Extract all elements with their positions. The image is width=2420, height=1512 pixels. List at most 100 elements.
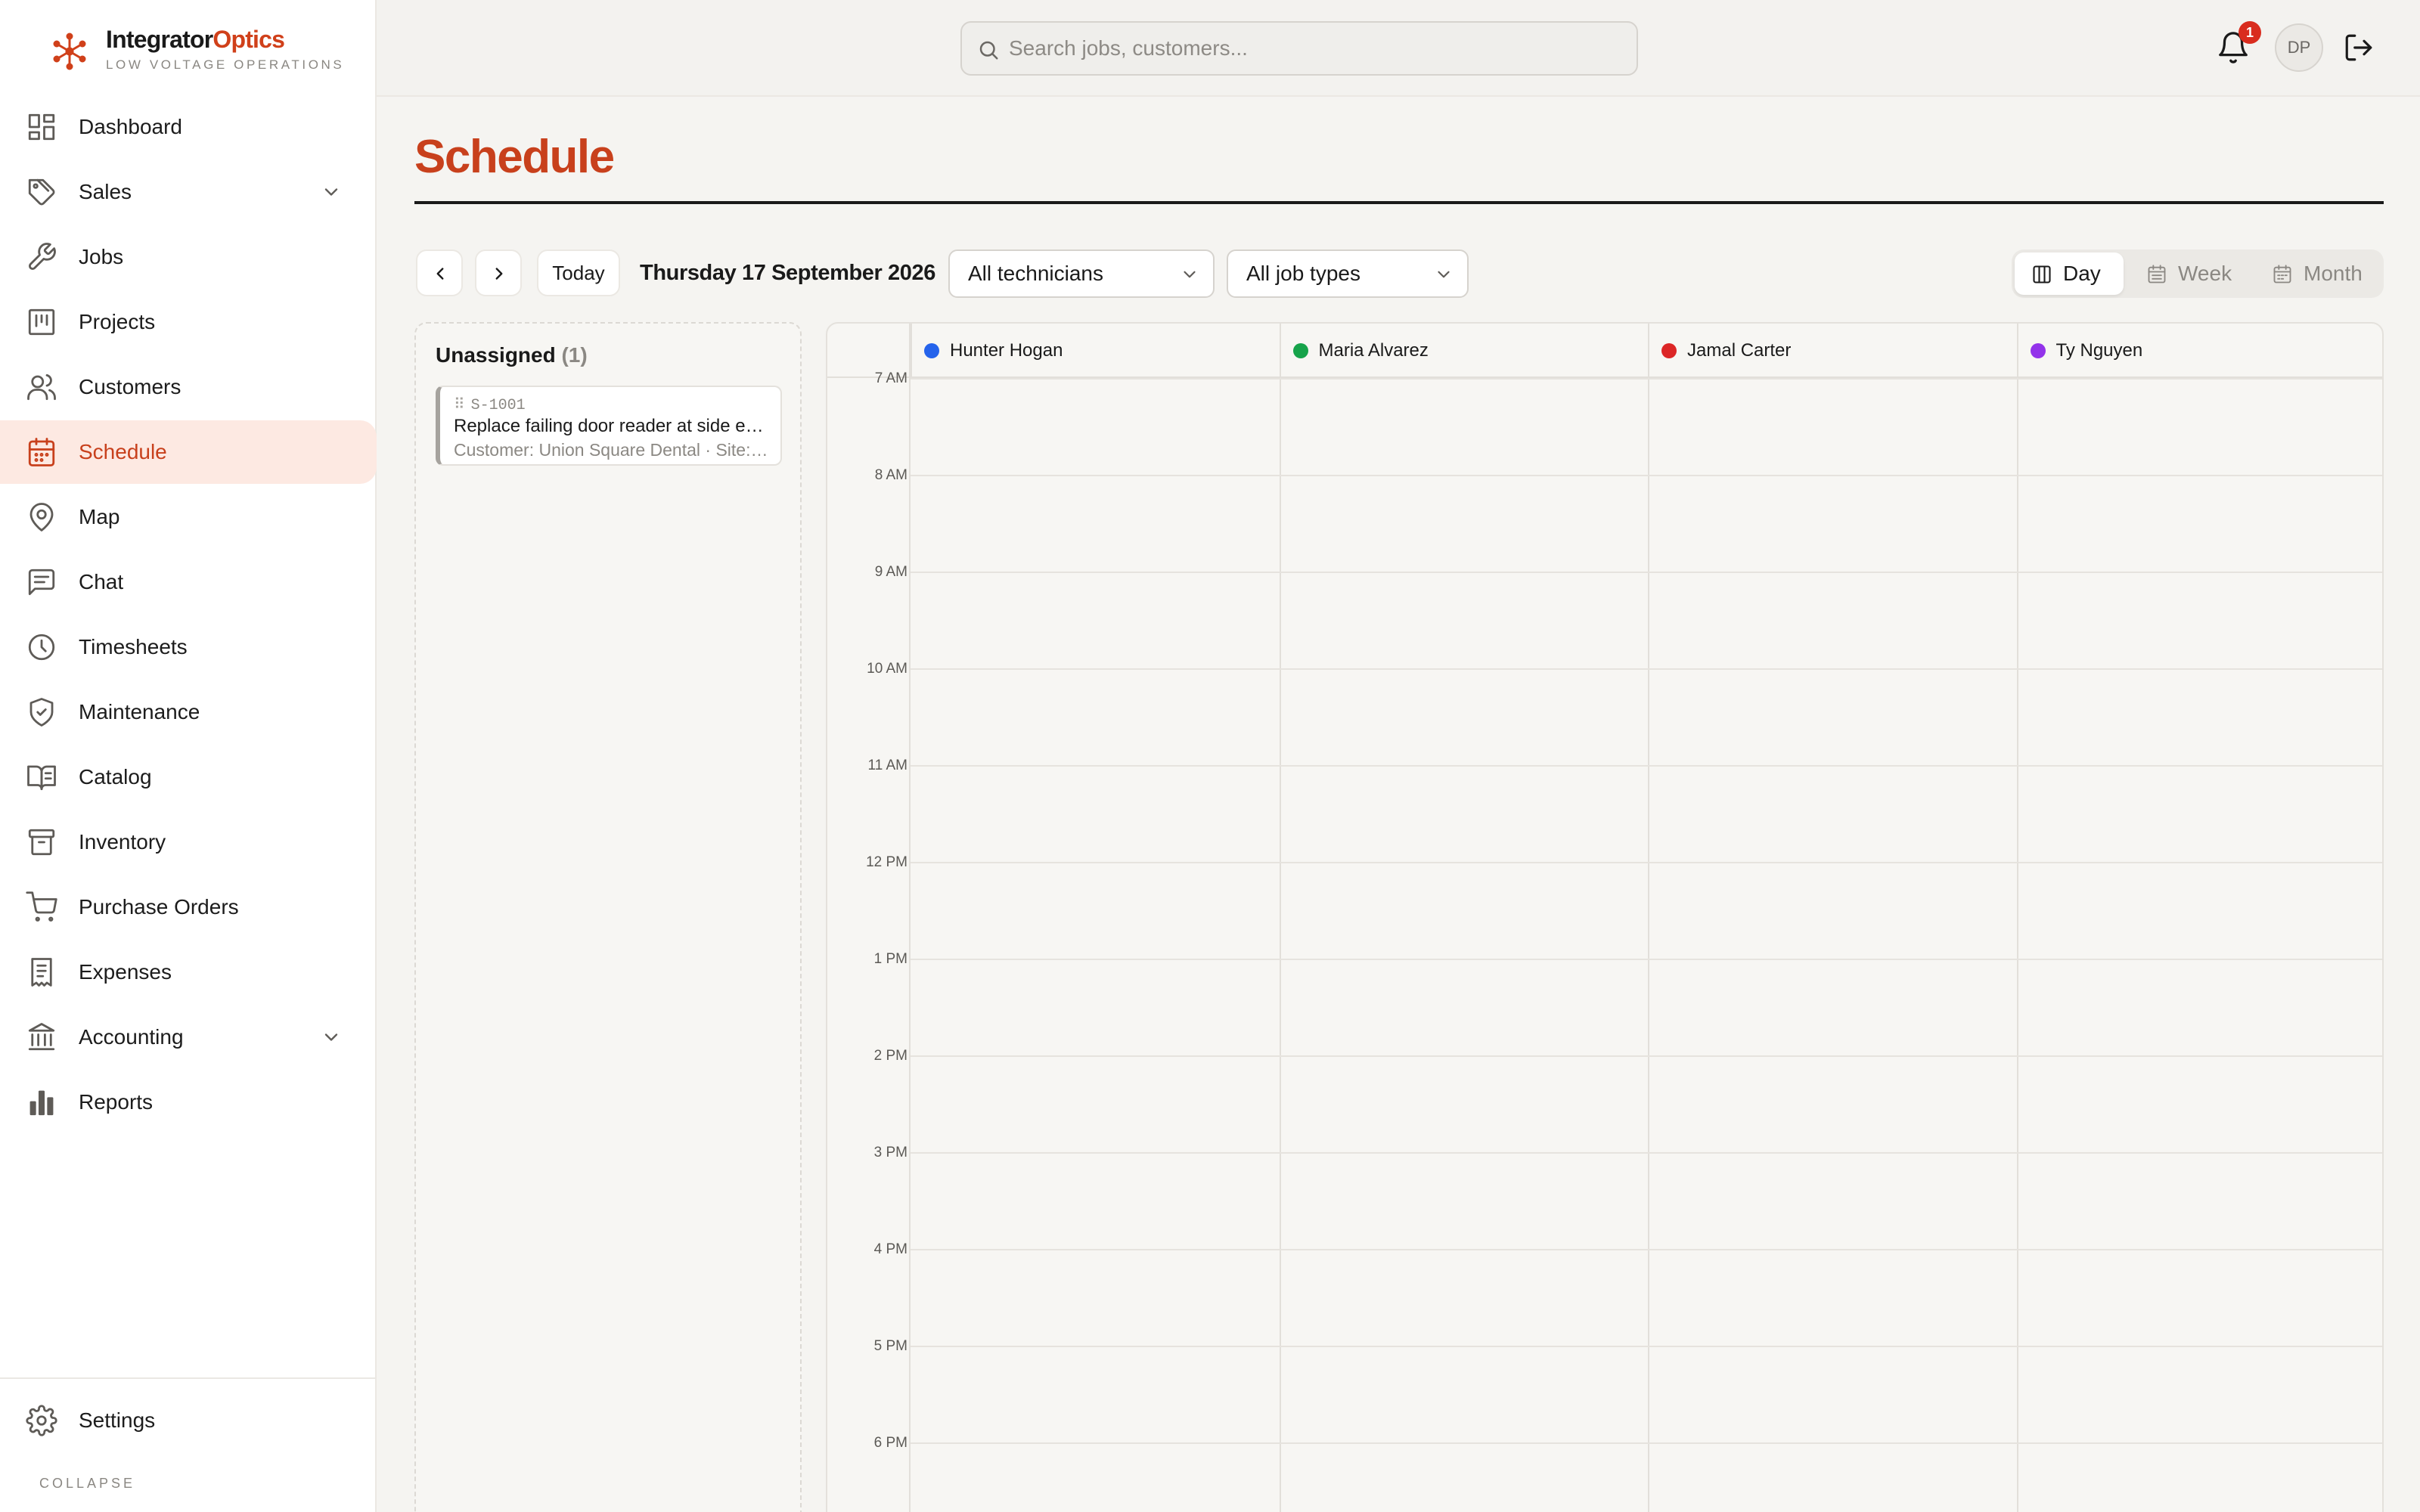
hour-label: 10 AM	[867, 661, 908, 677]
calendar-grid[interactable]: 7 AM 8 AM 9 AM 10 AM 11 AM 12 PM 1 PM 2 PM 3 PM 4…	[827, 370, 2382, 1512]
view-day-button[interactable]: Day	[2015, 253, 2124, 295]
hour-label: 11 AM	[867, 758, 908, 773]
technician-name: Jamal Carter	[1687, 340, 1792, 361]
chevron-down-icon[interactable]	[321, 181, 342, 203]
technician-name: Maria Alvarez	[1318, 340, 1429, 361]
sidebar-item-schedule[interactable]: Schedule	[0, 420, 377, 484]
sidebar-item-purchase-orders[interactable]: Purchase Orders	[0, 875, 377, 939]
brand-logo-icon	[48, 30, 91, 73]
chat-icon	[26, 566, 57, 598]
technician-color-dot	[2030, 343, 2046, 358]
brand-name-part1: Integrator	[106, 26, 213, 53]
kanban-icon	[26, 306, 57, 338]
sidebar-item-catalog[interactable]: Catalog	[0, 745, 377, 809]
sidebar-item-label: Map	[79, 505, 120, 528]
collapse-sidebar-button[interactable]: COLLAPSE	[39, 1476, 135, 1492]
today-button[interactable]: Today	[537, 249, 620, 296]
current-date: Thursday 17 September 2026	[640, 261, 935, 285]
sidebar-item-inventory[interactable]: Inventory	[0, 810, 377, 874]
hour-label: 1 PM	[873, 951, 908, 967]
clock-icon	[26, 631, 57, 663]
calendar-header: Hunter Hogan Maria Alvarez Jamal Carter Ty …	[827, 324, 2383, 378]
sidebar-item-label: Settings	[79, 1408, 156, 1432]
job-subtitle: Customer: Union Square Dental · Site: Un…	[454, 440, 771, 460]
job-id: S-1001	[470, 397, 526, 414]
hour-gridline	[911, 765, 2382, 767]
calendar-week-icon	[2148, 265, 2166, 284]
hour-gridline	[911, 668, 2382, 670]
notification-badge: 1	[2238, 21, 2261, 44]
sidebar-item-reports[interactable]: Reports	[0, 1070, 377, 1134]
brand-tagline: LOW VOLTAGE OPERATIONS	[106, 57, 345, 72]
sidebar-item-customers[interactable]: Customers	[0, 355, 377, 419]
hour-label: 9 AM	[874, 564, 908, 580]
technician-name: Hunter Hogan	[950, 340, 1063, 361]
gear-icon	[26, 1405, 57, 1436]
columns-icon	[2033, 265, 2051, 284]
sidebar-item-projects[interactable]: Projects	[0, 290, 377, 354]
hour-gridline	[911, 862, 2382, 863]
calendar-month-icon	[2273, 265, 2291, 284]
technician-color-dot	[1292, 343, 1308, 358]
hour-gridline	[911, 959, 2382, 960]
sidebar-item-map[interactable]: Map	[0, 485, 377, 549]
technician-filter[interactable]: All technicians	[948, 249, 1215, 298]
notifications-button[interactable]: 1	[2216, 21, 2261, 68]
cart-icon	[26, 891, 57, 923]
sidebar-item-label: Schedule	[79, 440, 167, 463]
technician-color-dot	[924, 343, 939, 358]
sidebar-item-sales[interactable]: Sales	[0, 160, 377, 224]
avatar[interactable]: DP	[2275, 23, 2323, 72]
search-input[interactable]	[1009, 23, 1614, 74]
unassigned-job-card[interactable]: ⠿ S-1001 Replace failing door reader at s…	[436, 386, 782, 466]
view-month-button[interactable]: Month	[2255, 253, 2381, 295]
view-week-button[interactable]: Week	[2130, 253, 2251, 295]
sidebar-item-timesheets[interactable]: Timesheets	[0, 615, 377, 679]
sidebar-item-label: Reports	[79, 1090, 154, 1114]
sidebar-item-chat[interactable]: Chat	[0, 550, 377, 614]
logout-icon	[2345, 34, 2372, 61]
job-type-filter[interactable]: All job types	[1227, 249, 1469, 298]
technician-filter-value: All technicians	[968, 262, 1103, 285]
technician-column-header: Maria Alvarez	[1279, 324, 1649, 378]
hour-label: 8 AM	[874, 467, 908, 483]
hour-gridline	[911, 1346, 2382, 1347]
sidebar-item-maintenance[interactable]: Maintenance	[0, 680, 377, 744]
sidebar-nav: Dashboard Sales Jobs Projects Customers Sched…	[0, 95, 377, 1136]
brand-name: IntegratorOptics	[106, 26, 285, 54]
sidebar-item-accounting[interactable]: Accounting	[0, 1005, 377, 1069]
sidebar-item-label: Maintenance	[79, 700, 200, 723]
chevron-down-icon[interactable]	[321, 1027, 342, 1048]
technician-color-dot	[1661, 343, 1677, 358]
sidebar-item-dashboard[interactable]: Dashboard	[0, 95, 377, 159]
hour-label: 12 PM	[866, 854, 908, 870]
hour-label: 6 PM	[873, 1435, 908, 1451]
receipt-icon	[26, 956, 57, 988]
sidebar-item-label: Chat	[79, 570, 124, 593]
column-divider	[1648, 378, 1649, 1512]
technician-column-header: Jamal Carter	[1648, 324, 2017, 378]
sidebar-item-jobs[interactable]: Jobs	[0, 225, 377, 289]
unassigned-title: Unassigned	[436, 343, 556, 367]
previous-day-button[interactable]	[416, 249, 463, 296]
drag-handle-icon[interactable]: ⠿	[454, 397, 465, 414]
shield-check-icon	[26, 696, 57, 728]
logout-button[interactable]	[2343, 32, 2375, 64]
sidebar-item-label: Timesheets	[79, 635, 188, 658]
sidebar-item-expenses[interactable]: Expenses	[0, 940, 377, 1004]
search-box[interactable]	[960, 21, 1638, 76]
next-day-button[interactable]	[475, 249, 522, 296]
sidebar-item-label: Customers	[79, 375, 182, 398]
sidebar-item-settings[interactable]: Settings	[0, 1379, 377, 1462]
wrench-icon	[26, 241, 57, 273]
bank-icon	[26, 1021, 57, 1053]
view-week-label: Week	[2178, 262, 2232, 285]
job-id-row: ⠿ S-1001	[454, 395, 526, 414]
sidebar-item-label: Accounting	[79, 1025, 184, 1049]
tag-icon	[26, 176, 57, 208]
sidebar-item-label: Projects	[79, 310, 156, 333]
chevron-down-icon	[1434, 265, 1454, 284]
technician-column-header: Ty Nguyen	[2016, 324, 2383, 378]
sidebar-item-label: Dashboard	[79, 115, 182, 138]
search-icon	[977, 39, 1000, 61]
